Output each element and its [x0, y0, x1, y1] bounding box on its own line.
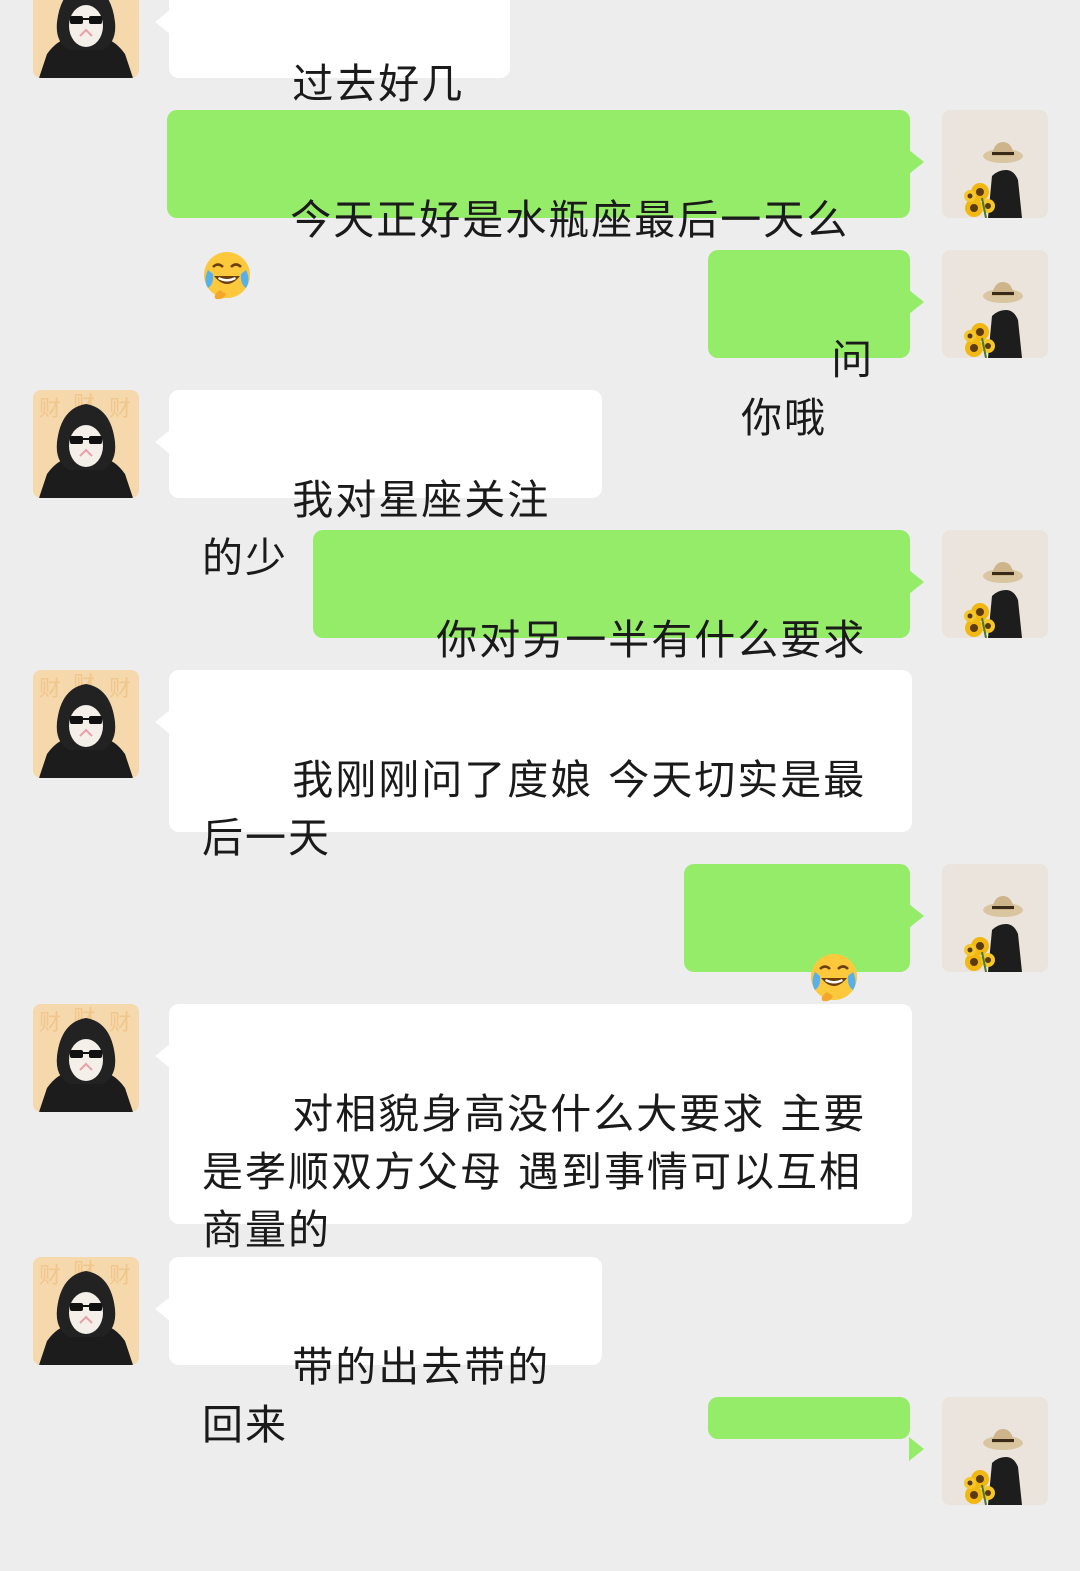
- sunflower-girl-avatar-icon[interactable]: [942, 250, 1048, 358]
- message-bubble-incoming[interactable]: 带的出去带的回来: [155, 1257, 602, 1449]
- hooded-figure-avatar-icon[interactable]: [33, 390, 139, 498]
- hooded-figure-avatar-icon[interactable]: [33, 0, 139, 78]
- crying-laughing-emoji: [809, 952, 859, 1002]
- message-text: 带的出去带的回来: [202, 1343, 551, 1449]
- message-bubble-outgoing[interactable]: [684, 864, 924, 1060]
- hooded-figure-avatar-icon[interactable]: [33, 1257, 139, 1365]
- hooded-figure-avatar-icon[interactable]: [33, 670, 139, 778]
- message-bubble-incoming[interactable]: 过去好几天了: [155, 0, 510, 166]
- message-bubble-incoming[interactable]: 对相貌身高没什么大要求 主要是孝顺双方父母 遇到事情可以互相商量的: [155, 1004, 912, 1254]
- message-bubble-outgoing[interactable]: 问你哦: [708, 250, 924, 442]
- message-bubble-incoming[interactable]: 我刚刚问了度娘 今天切实是最后一天: [155, 670, 912, 862]
- message-text: 今天正好是水瓶座最后一天么: [290, 196, 850, 244]
- message-bubble-outgoing[interactable]: [708, 1397, 924, 1461]
- message-text: 问你哦: [741, 336, 875, 442]
- sunflower-girl-avatar-icon[interactable]: [942, 864, 1048, 972]
- message-bubble-outgoing[interactable]: 你对另一半有什么要求吗？: [313, 530, 924, 722]
- hooded-figure-avatar-icon[interactable]: [33, 1004, 139, 1112]
- message-text: 我刚刚问了度娘 今天切实是最后一天: [202, 756, 867, 862]
- chat-area: 过去好几天了 今天正好是水瓶座最后一天么 问你哦 我对星座关注的少: [0, 0, 1080, 1505]
- sunflower-girl-avatar-icon[interactable]: [942, 530, 1048, 638]
- crying-laughing-emoji: [202, 250, 252, 300]
- sunflower-girl-avatar-icon[interactable]: [942, 1397, 1048, 1505]
- message-text: 对相貌身高没什么大要求 主要是孝顺双方父母 遇到事情可以互相商量的: [202, 1090, 867, 1254]
- sunflower-girl-avatar-icon[interactable]: [942, 110, 1048, 218]
- message-bubble-outgoing[interactable]: 今天正好是水瓶座最后一天么: [167, 110, 924, 300]
- message-bubble-incoming[interactable]: 我对星座关注的少: [155, 390, 602, 582]
